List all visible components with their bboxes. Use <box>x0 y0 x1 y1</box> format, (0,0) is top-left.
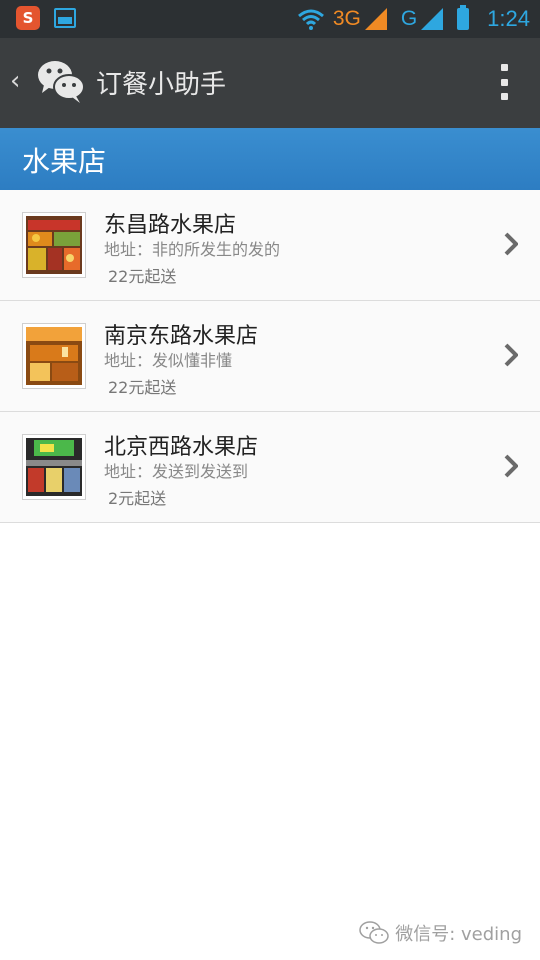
category-title: 水果店 <box>22 145 107 178</box>
watermark-text: 微信号: veding <box>395 924 522 945</box>
list-item[interactable]: 北京西路水果店 地址：发送到发送到 2元起送 <box>0 412 540 523</box>
wechat-watermark-icon <box>359 921 389 944</box>
back-icon[interactable]: ‹ <box>10 66 30 98</box>
shop-name: 东昌路水果店 <box>104 213 237 238</box>
shop-thumbnail <box>22 434 86 500</box>
shop-thumbnail <box>22 323 86 389</box>
list-item[interactable]: 东昌路水果店 地址：非的所发生的发的 22元起送 <box>0 190 540 301</box>
signal-icon <box>421 8 444 30</box>
status-bar: S 3G G 1:24 <box>0 0 540 38</box>
chevron-right-icon <box>504 232 518 256</box>
network-3g-label: 3G <box>332 7 361 30</box>
category-header: 水果店 <box>0 128 540 190</box>
shop-name: 南京东路水果店 <box>104 324 259 349</box>
action-bar: ‹ 订餐小助手 <box>0 38 540 128</box>
network-g-label: G <box>400 7 418 30</box>
watermark: 微信号: veding <box>359 920 522 946</box>
signal-icon <box>364 8 387 30</box>
shop-address: 地址：发似懂非懂 <box>104 351 233 370</box>
shop-name: 北京西路水果店 <box>104 435 259 460</box>
status-clock: 1:24 <box>487 6 530 31</box>
list-item[interactable]: 南京东路水果店 地址：发似懂非懂 22元起送 <box>0 301 540 412</box>
image-notification-icon <box>54 8 76 28</box>
shop-address: 地址：非的所发生的发的 <box>104 240 281 259</box>
shop-thumbnail <box>22 212 86 278</box>
wifi-icon <box>297 9 324 30</box>
shop-min-order: 22元起送 <box>108 267 177 286</box>
chevron-right-icon <box>504 454 518 478</box>
overflow-menu-icon[interactable] <box>498 64 510 100</box>
shop-min-order: 2元起送 <box>108 489 167 508</box>
wechat-logo-icon[interactable] <box>36 58 86 104</box>
shop-min-order: 22元起送 <box>108 378 177 397</box>
shop-address: 地址：发送到发送到 <box>104 462 249 481</box>
shop-list: 东昌路水果店 地址：非的所发生的发的 22元起送 南京东路水果店 地址：发似懂非… <box>0 190 540 523</box>
app-title: 订餐小助手 <box>96 70 227 100</box>
chevron-right-icon <box>504 343 518 367</box>
sogou-input-icon: S <box>16 6 40 30</box>
battery-icon <box>457 5 470 30</box>
